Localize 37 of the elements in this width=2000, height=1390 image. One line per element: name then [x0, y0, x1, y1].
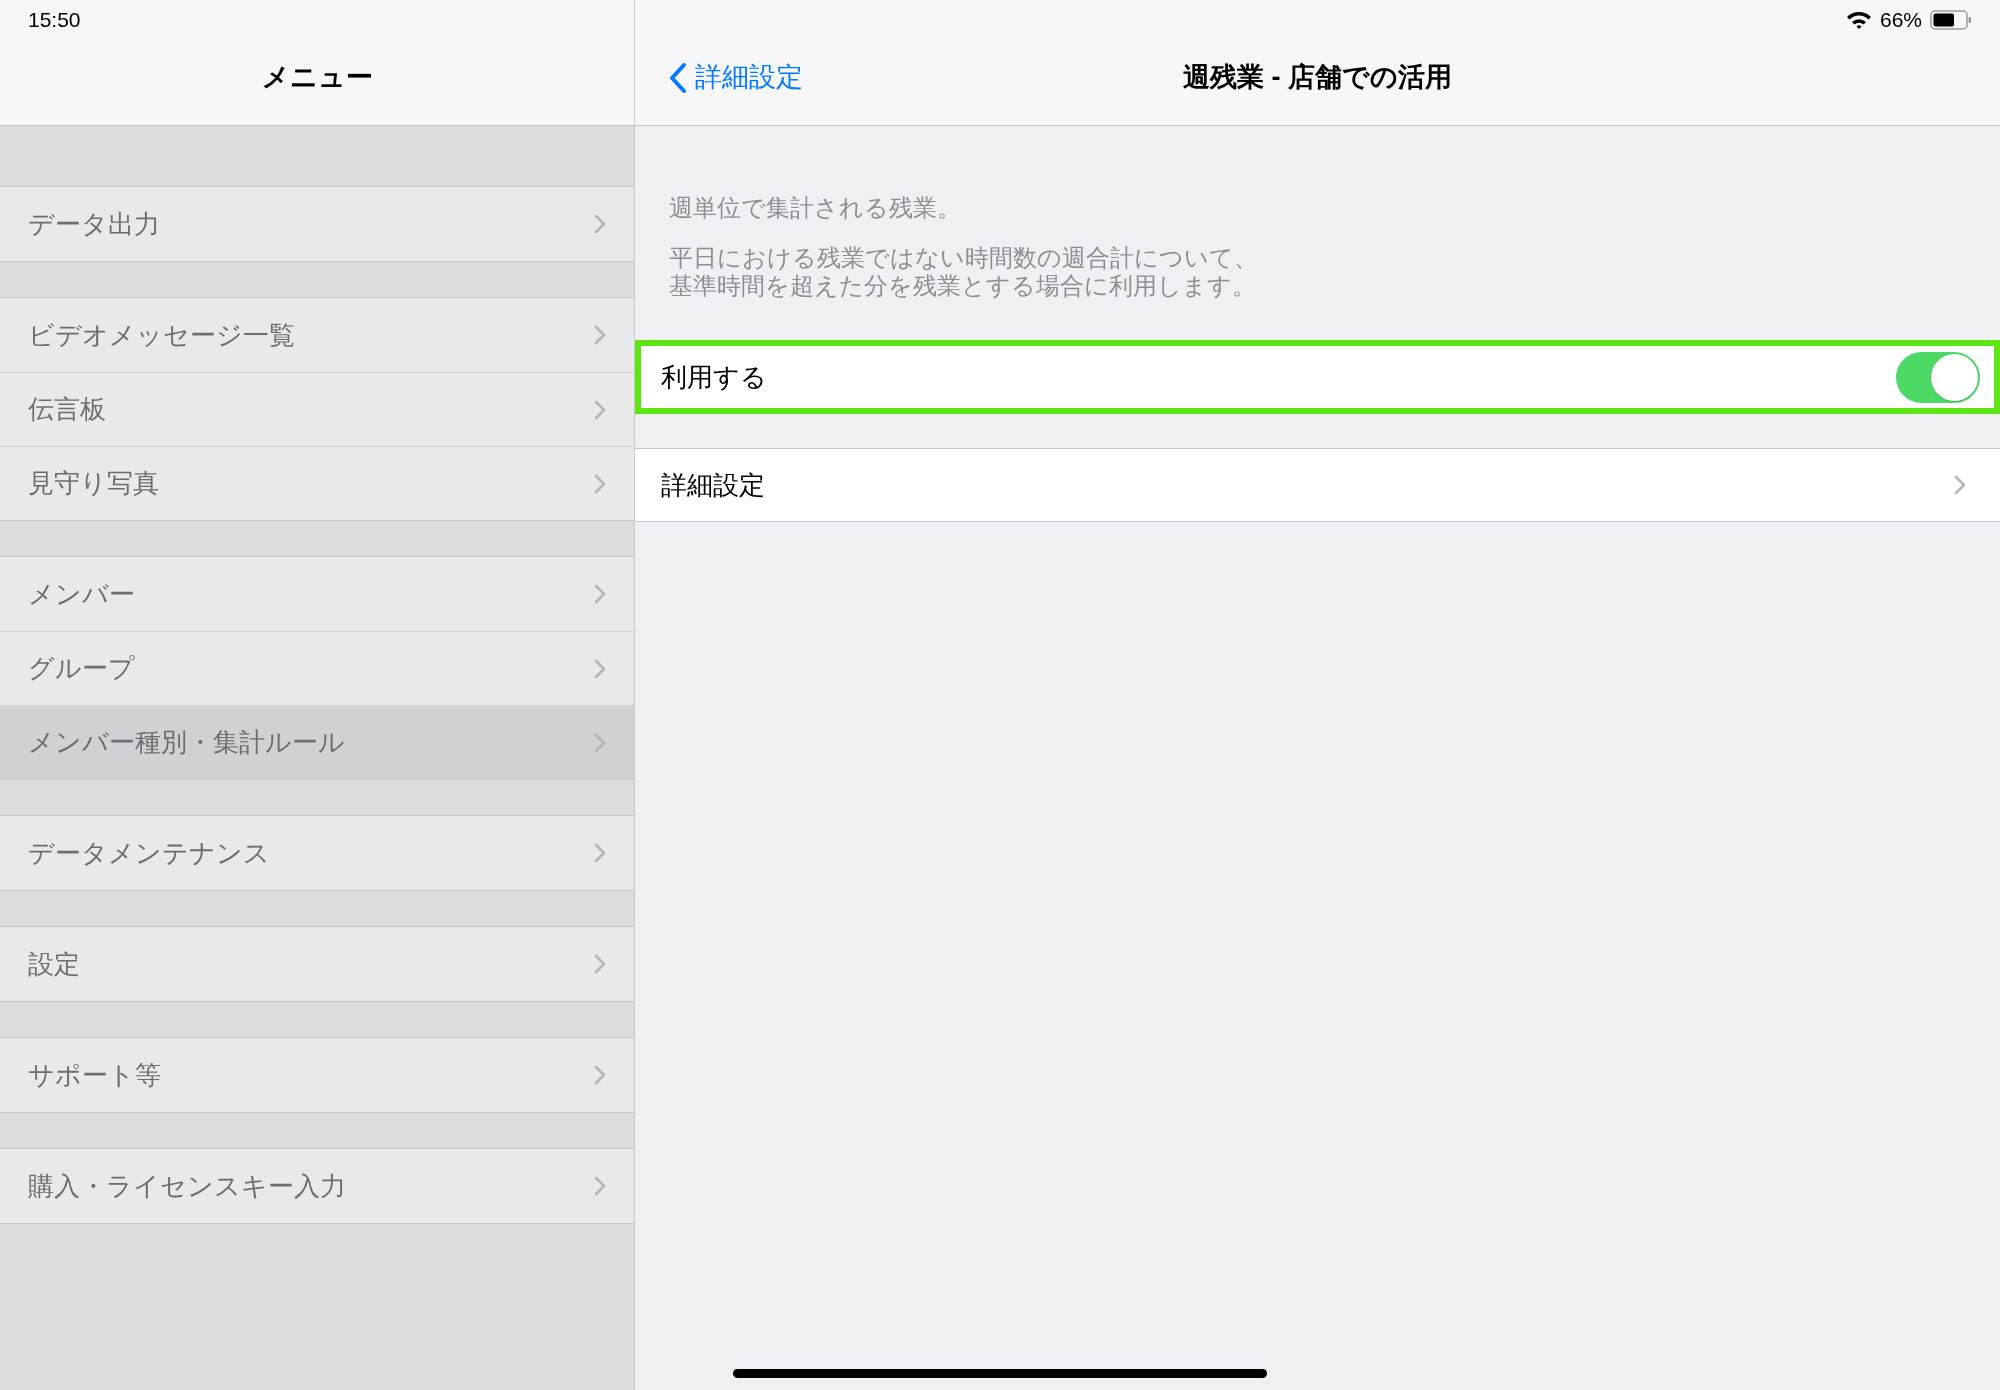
page-title: 週残業 - 店舗での活用	[1183, 61, 1452, 95]
description-text: 基準時間を超えた分を残業とする場合に利用します。	[669, 272, 1256, 300]
menu-item[interactable]: メンバー種別・集計ルール	[0, 705, 634, 779]
toggle-switch[interactable]	[1896, 351, 1980, 403]
battery-icon	[1930, 10, 1972, 30]
menu-item[interactable]: 購入・ライセンスキー入力	[0, 1149, 634, 1223]
menu-item[interactable]: メンバー	[0, 557, 634, 631]
chevron-icon	[1954, 475, 1966, 495]
row-label: 利用する	[661, 360, 767, 394]
menu-item[interactable]: ビデオメッセージ一覧	[0, 298, 634, 372]
chevron-icon	[594, 732, 606, 753]
menu-item[interactable]: サポート等	[0, 1038, 634, 1112]
chevron-icon	[594, 584, 606, 604]
menu-item[interactable]: 伝言板	[0, 372, 634, 446]
settings-row[interactable]: 詳細設定	[635, 448, 2000, 522]
battery-percent: 66%	[1879, 7, 1922, 34]
menu-item[interactable]: 見守り写真	[0, 446, 634, 520]
chevron-icon	[594, 843, 606, 863]
chevron-icon	[594, 399, 606, 420]
back-button[interactable]: 詳細設定	[635, 57, 803, 98]
menu-item[interactable]: データ出力	[0, 187, 634, 261]
chevron-icon	[594, 1176, 606, 1196]
sidebar-title: メニュー	[261, 61, 373, 95]
chevron-icon	[594, 214, 606, 234]
description-text: 週単位で集計される残業。	[669, 194, 961, 222]
chevron-icon	[594, 1065, 606, 1085]
description-text: 平日における残業ではない時間数の週合計について、	[669, 244, 1258, 272]
wifi-icon	[1845, 10, 1872, 30]
chevron-icon	[594, 954, 606, 974]
chevron-icon	[594, 473, 606, 494]
back-chevron-icon	[669, 61, 687, 94]
chevron-icon	[594, 325, 606, 345]
status-time: 15:50	[28, 7, 81, 34]
menu-item[interactable]: グループ	[0, 631, 634, 705]
menu-item[interactable]: データメンテナンス	[0, 816, 634, 890]
chevron-icon	[594, 658, 606, 679]
menu-item[interactable]: 設定	[0, 927, 634, 1001]
